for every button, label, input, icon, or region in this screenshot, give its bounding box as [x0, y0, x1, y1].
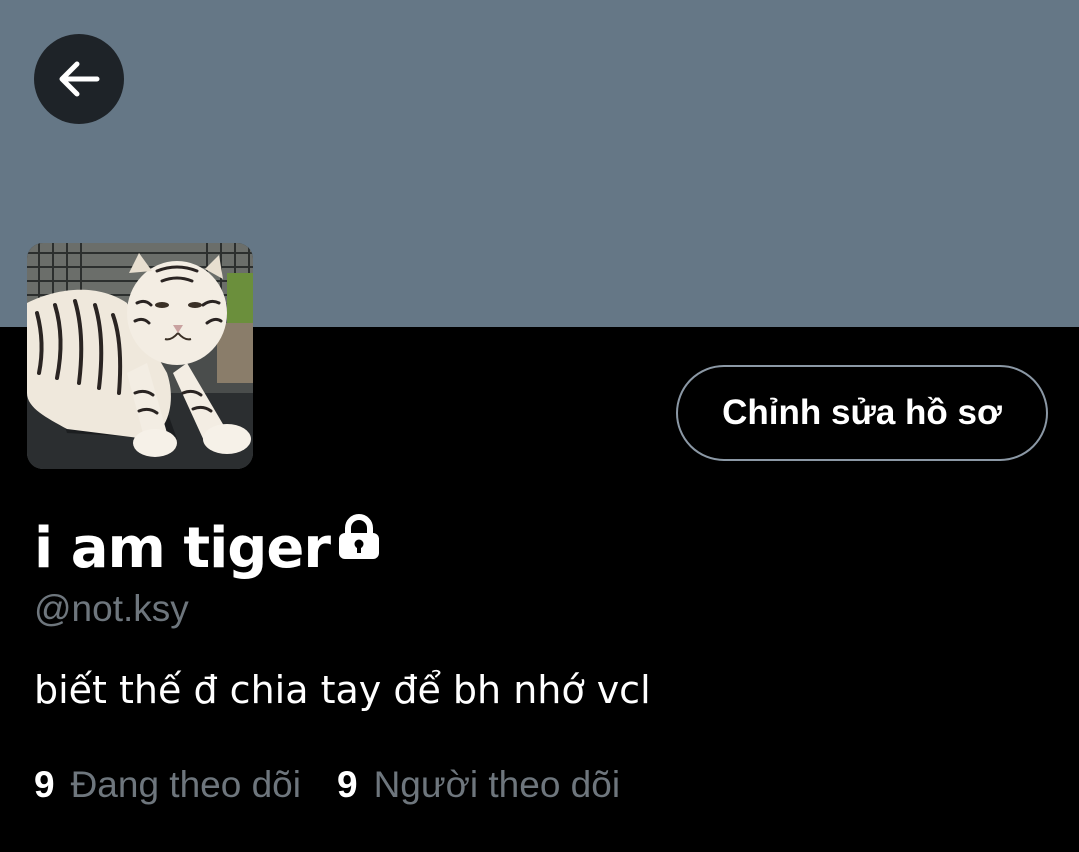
profile-bio: biết thế đ chia tay để bh nhớ vcl — [34, 668, 651, 712]
followers-count: 9 — [336, 764, 358, 805]
edit-profile-label: Chỉnh sửa hồ sơ — [722, 393, 1002, 432]
avatar[interactable] — [27, 243, 253, 469]
followers-label: Người theo dõi — [373, 764, 621, 805]
lock-icon — [338, 513, 380, 565]
display-name: i am tiger — [34, 515, 331, 581]
profile-stats: 9 Đang theo dõi 9 Người theo dõi — [34, 764, 620, 806]
following-label: Đang theo dõi — [70, 764, 301, 805]
following-count: 9 — [34, 764, 55, 805]
name-row: i am tiger — [34, 512, 380, 584]
user-handle: @not.ksy — [34, 588, 189, 629]
avatar-image — [27, 243, 253, 469]
back-button[interactable] — [34, 34, 124, 124]
arrow-left-icon — [55, 55, 103, 103]
following-stat[interactable]: 9 Đang theo dõi — [34, 764, 301, 806]
followers-stat[interactable]: 9 Người theo dõi — [337, 764, 620, 806]
edit-profile-button[interactable]: Chỉnh sửa hồ sơ — [676, 365, 1048, 461]
profile-page: Chỉnh sửa hồ sơ i am tiger @not.ksy biết… — [0, 0, 1079, 852]
